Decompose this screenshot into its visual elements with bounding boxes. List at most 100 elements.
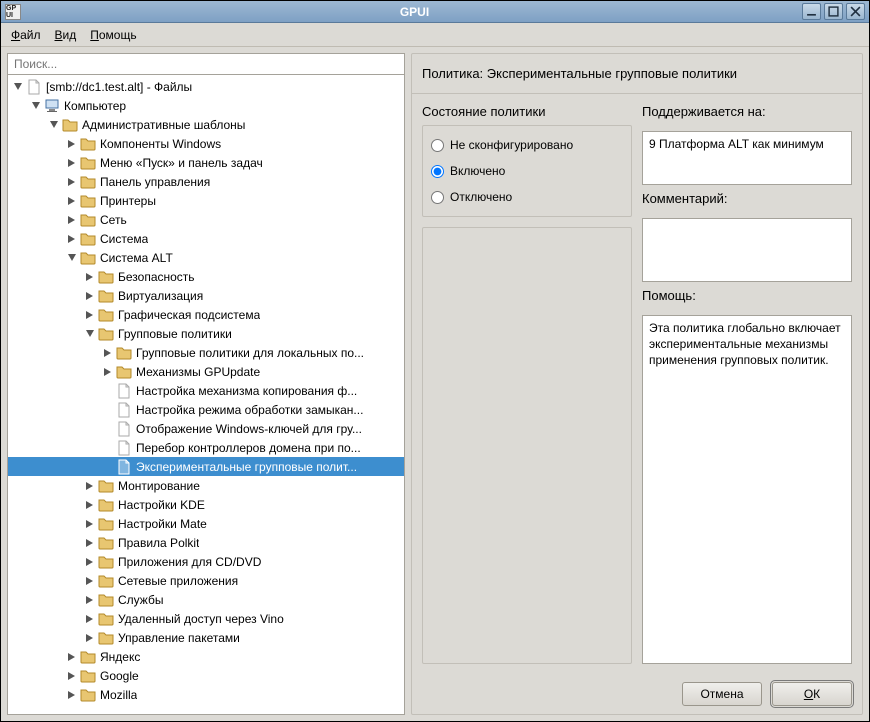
tree-node[interactable]: Монтирование <box>8 476 404 495</box>
comment-text[interactable] <box>642 218 852 282</box>
tree-node[interactable]: Графическая подсистема <box>8 305 404 324</box>
folder-icon <box>98 592 114 608</box>
folder-icon <box>98 307 114 323</box>
tree-node[interactable]: Перебор контроллеров домена при по... <box>8 438 404 457</box>
chevron-right-icon[interactable] <box>84 309 96 321</box>
tree-node[interactable]: Компьютер <box>8 96 404 115</box>
chevron-right-icon[interactable] <box>84 594 96 606</box>
state-title: Состояние политики <box>422 104 632 119</box>
chevron-right-icon[interactable] <box>84 480 96 492</box>
window-title: GPUI <box>27 5 802 19</box>
chevron-right-icon[interactable] <box>84 499 96 511</box>
chevron-right-icon[interactable] <box>84 575 96 587</box>
close-button[interactable] <box>846 3 865 20</box>
chevron-right-icon[interactable] <box>66 138 78 150</box>
chevron-right-icon[interactable] <box>102 347 114 359</box>
tree-node-label: Сеть <box>100 213 127 227</box>
search-input[interactable] <box>7 53 405 75</box>
chevron-right-icon[interactable] <box>66 670 78 682</box>
tree-node[interactable]: Безопасность <box>8 267 404 286</box>
tree-node[interactable]: Настройки Mate <box>8 514 404 533</box>
chevron-right-icon[interactable] <box>84 518 96 530</box>
minimize-button[interactable] <box>802 3 821 20</box>
chevron-down-icon[interactable] <box>84 328 96 340</box>
tree-node[interactable]: Групповые политики <box>8 324 404 343</box>
tree-node[interactable]: Административные шаблоны <box>8 115 404 134</box>
chevron-right-icon[interactable] <box>84 556 96 568</box>
tree-node[interactable]: Удаленный доступ через Vino <box>8 609 404 628</box>
tree-node[interactable]: Настройка режима обработки замыкан... <box>8 400 404 419</box>
tree-node[interactable]: Google <box>8 666 404 685</box>
tree-node[interactable]: Система <box>8 229 404 248</box>
chevron-right-icon[interactable] <box>84 537 96 549</box>
folder-icon <box>62 117 78 133</box>
tree-node[interactable]: Приложения для CD/DVD <box>8 552 404 571</box>
tree-node[interactable]: Mozilla <box>8 685 404 704</box>
tree-node[interactable]: Сетевые приложения <box>8 571 404 590</box>
policy-header: Политика: Экспериментальные групповые по… <box>412 54 862 94</box>
tree-node[interactable]: Экспериментальные групповые полит... <box>8 457 404 476</box>
tree-node-label: Настройка режима обработки замыкан... <box>136 403 363 417</box>
chevron-down-icon[interactable] <box>12 81 24 93</box>
tree-node-label: Монтирование <box>118 479 200 493</box>
tree-node-label: Экспериментальные групповые полит... <box>136 460 357 474</box>
radio-not-configured[interactable]: Не сконфигурировано <box>429 132 625 158</box>
chevron-right-icon[interactable] <box>66 176 78 188</box>
tree-node[interactable]: Компоненты Windows <box>8 134 404 153</box>
tree-node-label: Яндекс <box>100 650 140 664</box>
tree-node[interactable]: Принтеры <box>8 191 404 210</box>
tree-node-label: Настройки Mate <box>118 517 207 531</box>
chevron-right-icon[interactable] <box>66 689 78 701</box>
folder-icon <box>116 345 132 361</box>
tree-node[interactable]: Отображение Windows-ключей для гру... <box>8 419 404 438</box>
chevron-right-icon[interactable] <box>102 366 114 378</box>
tree-node[interactable]: Групповые политики для локальных по... <box>8 343 404 362</box>
tree-node[interactable]: Управление пакетами <box>8 628 404 647</box>
folder-icon <box>98 516 114 532</box>
tree-node[interactable]: Службы <box>8 590 404 609</box>
tree-node[interactable]: Правила Polkit <box>8 533 404 552</box>
folder-icon <box>98 269 114 285</box>
radio-disabled[interactable]: Отключено <box>429 184 625 210</box>
chevron-down-icon[interactable] <box>66 252 78 264</box>
chevron-right-icon[interactable] <box>84 271 96 283</box>
menu-file[interactable]: Файл <box>5 25 47 45</box>
chevron-right-icon[interactable] <box>84 613 96 625</box>
chevron-right-icon[interactable] <box>84 632 96 644</box>
radio-enabled[interactable]: Включено <box>429 158 625 184</box>
titlebar: GP UI GPUI <box>1 1 869 23</box>
chevron-right-icon[interactable] <box>66 233 78 245</box>
folder-icon <box>80 649 96 665</box>
comment-title: Комментарий: <box>642 191 852 206</box>
tree-node[interactable]: Настройка механизма копирования ф... <box>8 381 404 400</box>
tree-node[interactable]: Сеть <box>8 210 404 229</box>
chevron-right-icon[interactable] <box>84 290 96 302</box>
tree-node-label: Система <box>100 232 148 246</box>
chevron-right-icon[interactable] <box>66 214 78 226</box>
tree-node-label: Механизмы GPUpdate <box>136 365 260 379</box>
tree-node[interactable]: Механизмы GPUpdate <box>8 362 404 381</box>
tree-node[interactable]: Виртуализация <box>8 286 404 305</box>
expander-placeholder <box>102 423 114 435</box>
cancel-button[interactable]: Отмена <box>682 682 762 706</box>
tree-node[interactable]: Меню «Пуск» и панель задач <box>8 153 404 172</box>
help-title: Помощь: <box>642 288 852 303</box>
tree-view[interactable]: [smb://dc1.test.alt] - ФайлыКомпьютерАдм… <box>7 75 405 715</box>
menu-help[interactable]: Помощь <box>84 25 142 45</box>
chevron-right-icon[interactable] <box>66 195 78 207</box>
tree-node-label: Меню «Пуск» и панель задач <box>100 156 263 170</box>
tree-node[interactable]: Панель управления <box>8 172 404 191</box>
chevron-down-icon[interactable] <box>48 119 60 131</box>
tree-node[interactable]: Система ALT <box>8 248 404 267</box>
tree-node[interactable]: Яндекс <box>8 647 404 666</box>
tree-node[interactable]: [smb://dc1.test.alt] - Файлы <box>8 77 404 96</box>
menu-view[interactable]: Вид <box>49 25 83 45</box>
tree-node-label: Удаленный доступ через Vino <box>118 612 284 626</box>
maximize-button[interactable] <box>824 3 843 20</box>
ok-button[interactable]: ОК <box>772 682 852 706</box>
chevron-right-icon[interactable] <box>66 157 78 169</box>
chevron-down-icon[interactable] <box>30 100 42 112</box>
file-icon <box>116 421 132 437</box>
chevron-right-icon[interactable] <box>66 651 78 663</box>
tree-node[interactable]: Настройки KDE <box>8 495 404 514</box>
